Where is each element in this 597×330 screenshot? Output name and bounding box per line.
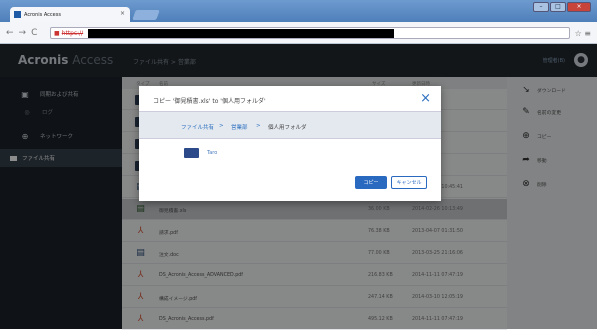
minimize-button[interactable]: – [533, 2, 549, 12]
breadcrumb-separator: > [219, 123, 224, 129]
window-close-button[interactable]: × [567, 2, 591, 12]
browser-toolbar: ← → C ■ https:// ☆ ≡ [0, 22, 597, 44]
breadcrumb-separator: > [256, 123, 261, 129]
dialog-buttons: コピー キャンセル [355, 176, 427, 189]
bookmark-star-icon[interactable]: ☆ ≡ [575, 29, 591, 38]
back-arrow-icon[interactable]: ← [6, 28, 14, 38]
tab-close-icon[interactable]: × [120, 10, 125, 17]
browser-tab[interactable]: Acronis Access × [10, 7, 130, 22]
breadcrumb-file-share[interactable]: ファイル共有 [181, 123, 214, 131]
address-bar[interactable]: ■ https:// [50, 27, 570, 39]
dialog-title: コピー '御見積書.xls' to '個人用フォルダ' [153, 98, 266, 105]
reload-icon[interactable]: C [31, 28, 37, 38]
window-controls: – □ × [533, 2, 591, 12]
cancel-button[interactable]: キャンセル [391, 176, 427, 189]
dialog-breadcrumb: ファイル共有 > 営業部 > 個人用フォルダ [139, 111, 441, 139]
tab-title: Acronis Access [24, 11, 61, 18]
maximize-button[interactable]: □ [550, 2, 566, 12]
insecure-lock-icon: ■ [54, 29, 60, 37]
dialog-folder-item[interactable]: Taro [174, 141, 434, 163]
close-icon[interactable]: × [420, 91, 431, 106]
new-tab-button[interactable] [132, 10, 160, 20]
copy-dialog: コピー '御見積書.xls' to '個人用フォルダ' × ファイル共有 > 営… [139, 86, 441, 201]
copy-button[interactable]: コピー [355, 176, 387, 189]
redacted-url [88, 29, 394, 38]
forward-arrow-icon[interactable]: → [19, 28, 27, 38]
acronis-favicon-icon [14, 11, 21, 18]
folder-icon [184, 148, 199, 158]
browser-chrome: Acronis Access × – □ × ← → C ■ https:// … [0, 0, 597, 44]
breadcrumb-sales[interactable]: 営業部 [231, 123, 248, 131]
url-scheme: https:// [61, 29, 84, 37]
folder-name: Taro [207, 150, 218, 156]
breadcrumb-personal: 個人用フォルダ [268, 125, 307, 131]
tab-bar: Acronis Access × – □ × [0, 0, 597, 22]
